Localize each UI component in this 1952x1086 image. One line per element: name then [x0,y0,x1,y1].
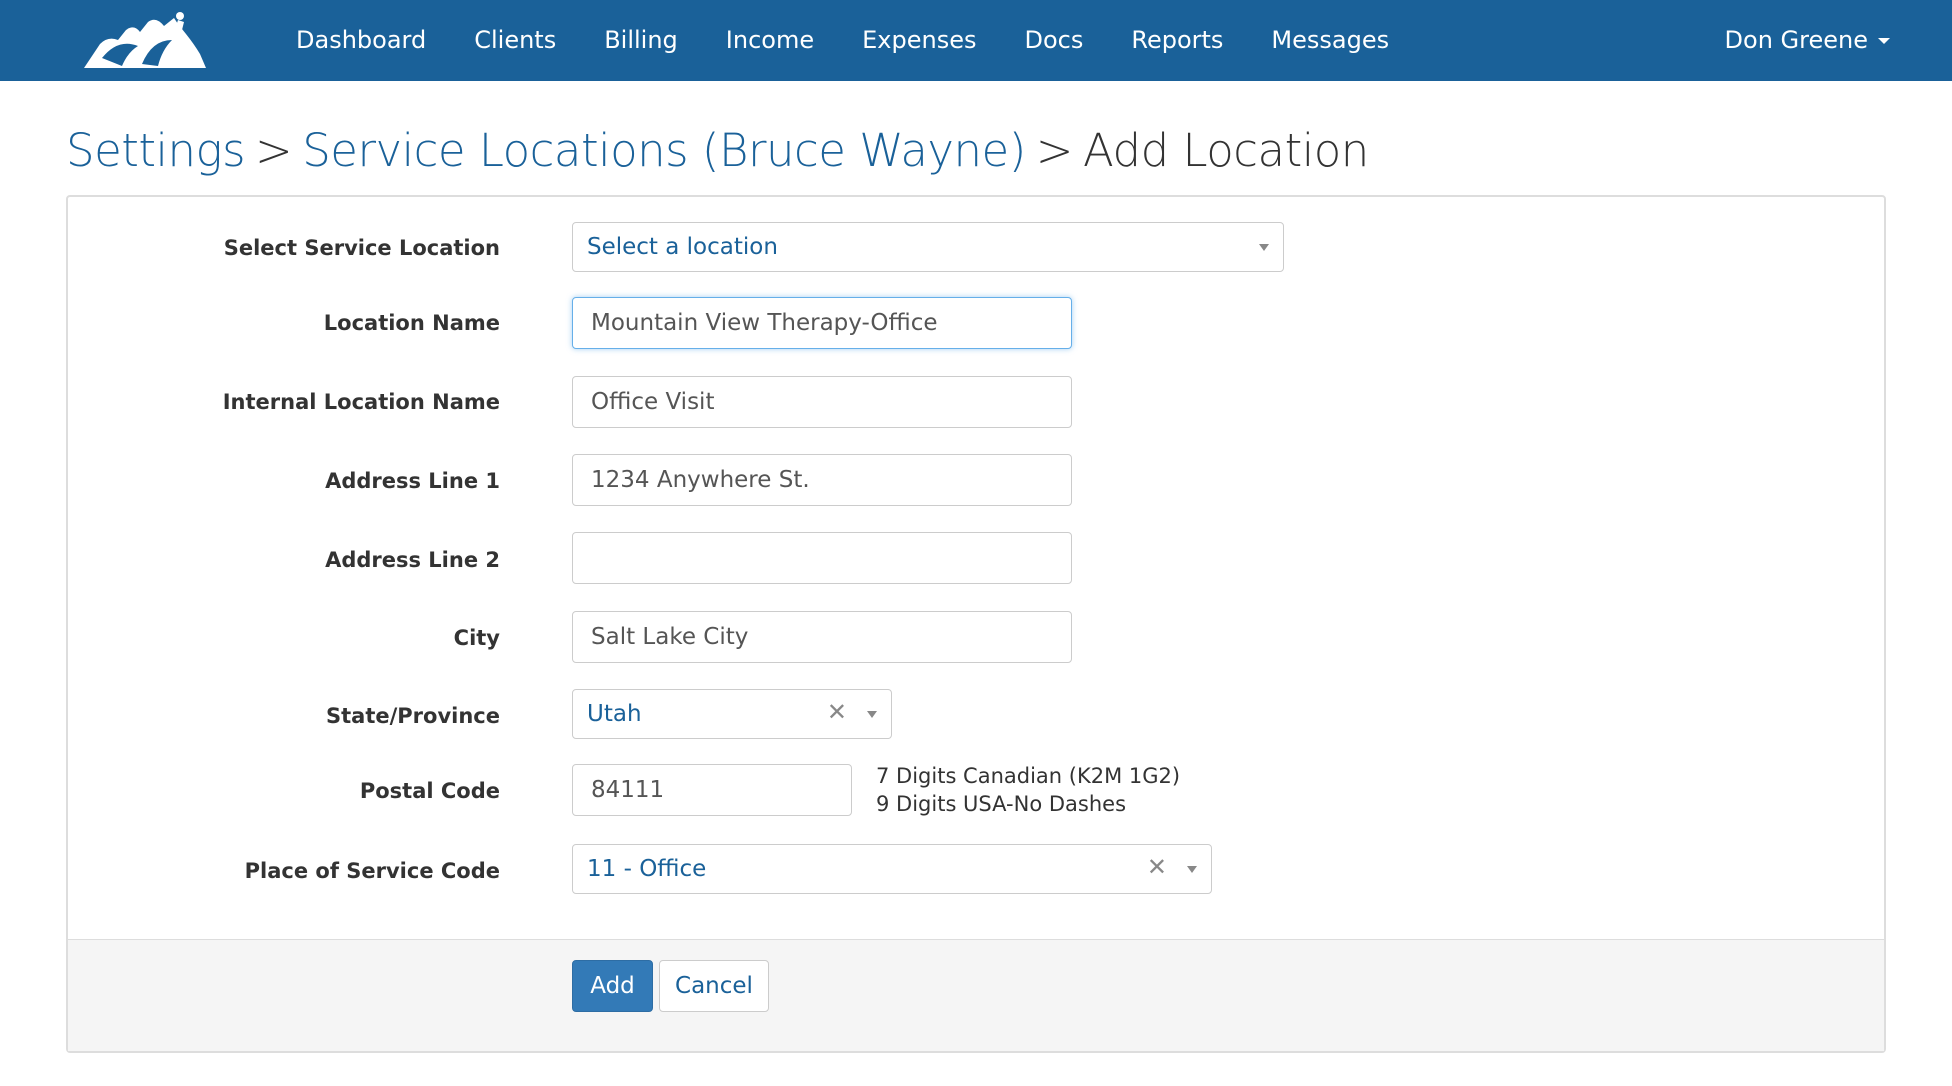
dropdown-arrow-icon [867,711,877,718]
select-location-label: Select Service Location [223,236,500,260]
add-button[interactable]: Add [572,960,653,1012]
breadcrumb-separator: > [255,124,293,177]
postal-code-input[interactable] [572,764,852,816]
breadcrumb-separator: > [1035,124,1074,177]
user-name: Don Greene [1724,26,1868,54]
nav-dashboard[interactable]: Dashboard [296,0,426,81]
address-line-2-label: Address Line 2 [325,548,500,572]
place-of-service-select[interactable]: 11 - Office ✕ [572,844,1212,894]
dropdown-arrow-icon [1187,866,1197,873]
state-select-value: Utah [587,701,642,727]
nav-billing[interactable]: Billing [604,0,678,81]
nav-reports[interactable]: Reports [1131,0,1223,81]
form-footer [68,939,1884,1051]
city-input[interactable] [572,611,1072,663]
breadcrumb-service-locations[interactable]: Service Locations (Bruce Wayne) [302,124,1026,177]
state-select[interactable]: Utah ✕ [572,689,892,739]
brand-logo-icon[interactable] [82,10,208,70]
breadcrumb: Settings > Service Locations (Bruce Wayne)… [66,124,1369,177]
location-name-label: Location Name [323,311,500,335]
dropdown-arrow-icon [1259,244,1269,251]
nav-income[interactable]: Income [726,0,814,81]
place-of-service-select-value: 11 - Office [587,856,707,882]
nav-docs[interactable]: Docs [1024,0,1083,81]
location-name-input[interactable] [572,297,1072,349]
service-location-select[interactable]: Select a location [572,222,1284,272]
state-label: State/Province [326,704,500,728]
nav-expenses[interactable]: Expenses [862,0,976,81]
internal-location-name-input[interactable] [572,376,1072,428]
user-menu[interactable]: Don Greene [1725,0,1890,81]
breadcrumb-current: Add Location [1083,124,1369,177]
nav-messages[interactable]: Messages [1271,0,1389,81]
postal-code-hint-canadian: 7 Digits Canadian (K2M 1G2) [876,764,1181,788]
service-location-select-value: Select a location [587,234,778,260]
clear-icon[interactable]: ✕ [1147,845,1167,889]
address-line-1-input[interactable] [572,454,1072,506]
breadcrumb-settings[interactable]: Settings [66,124,246,177]
place-of-service-label: Place of Service Code [244,859,500,883]
postal-code-hint-usa: 9 Digits USA-No Dashes [876,792,1127,816]
cancel-button[interactable]: Cancel [659,960,769,1012]
nav-clients[interactable]: Clients [474,0,556,81]
clear-icon[interactable]: ✕ [827,690,847,734]
address-line-2-input[interactable] [572,532,1072,584]
city-label: City [453,626,500,650]
internal-location-name-label: Internal Location Name [222,390,500,414]
postal-code-label: Postal Code [359,779,500,803]
caret-down-icon [1878,38,1890,44]
top-navbar: Dashboard Clients Billing Income Expense… [0,0,1952,81]
address-line-1-label: Address Line 1 [325,469,500,493]
